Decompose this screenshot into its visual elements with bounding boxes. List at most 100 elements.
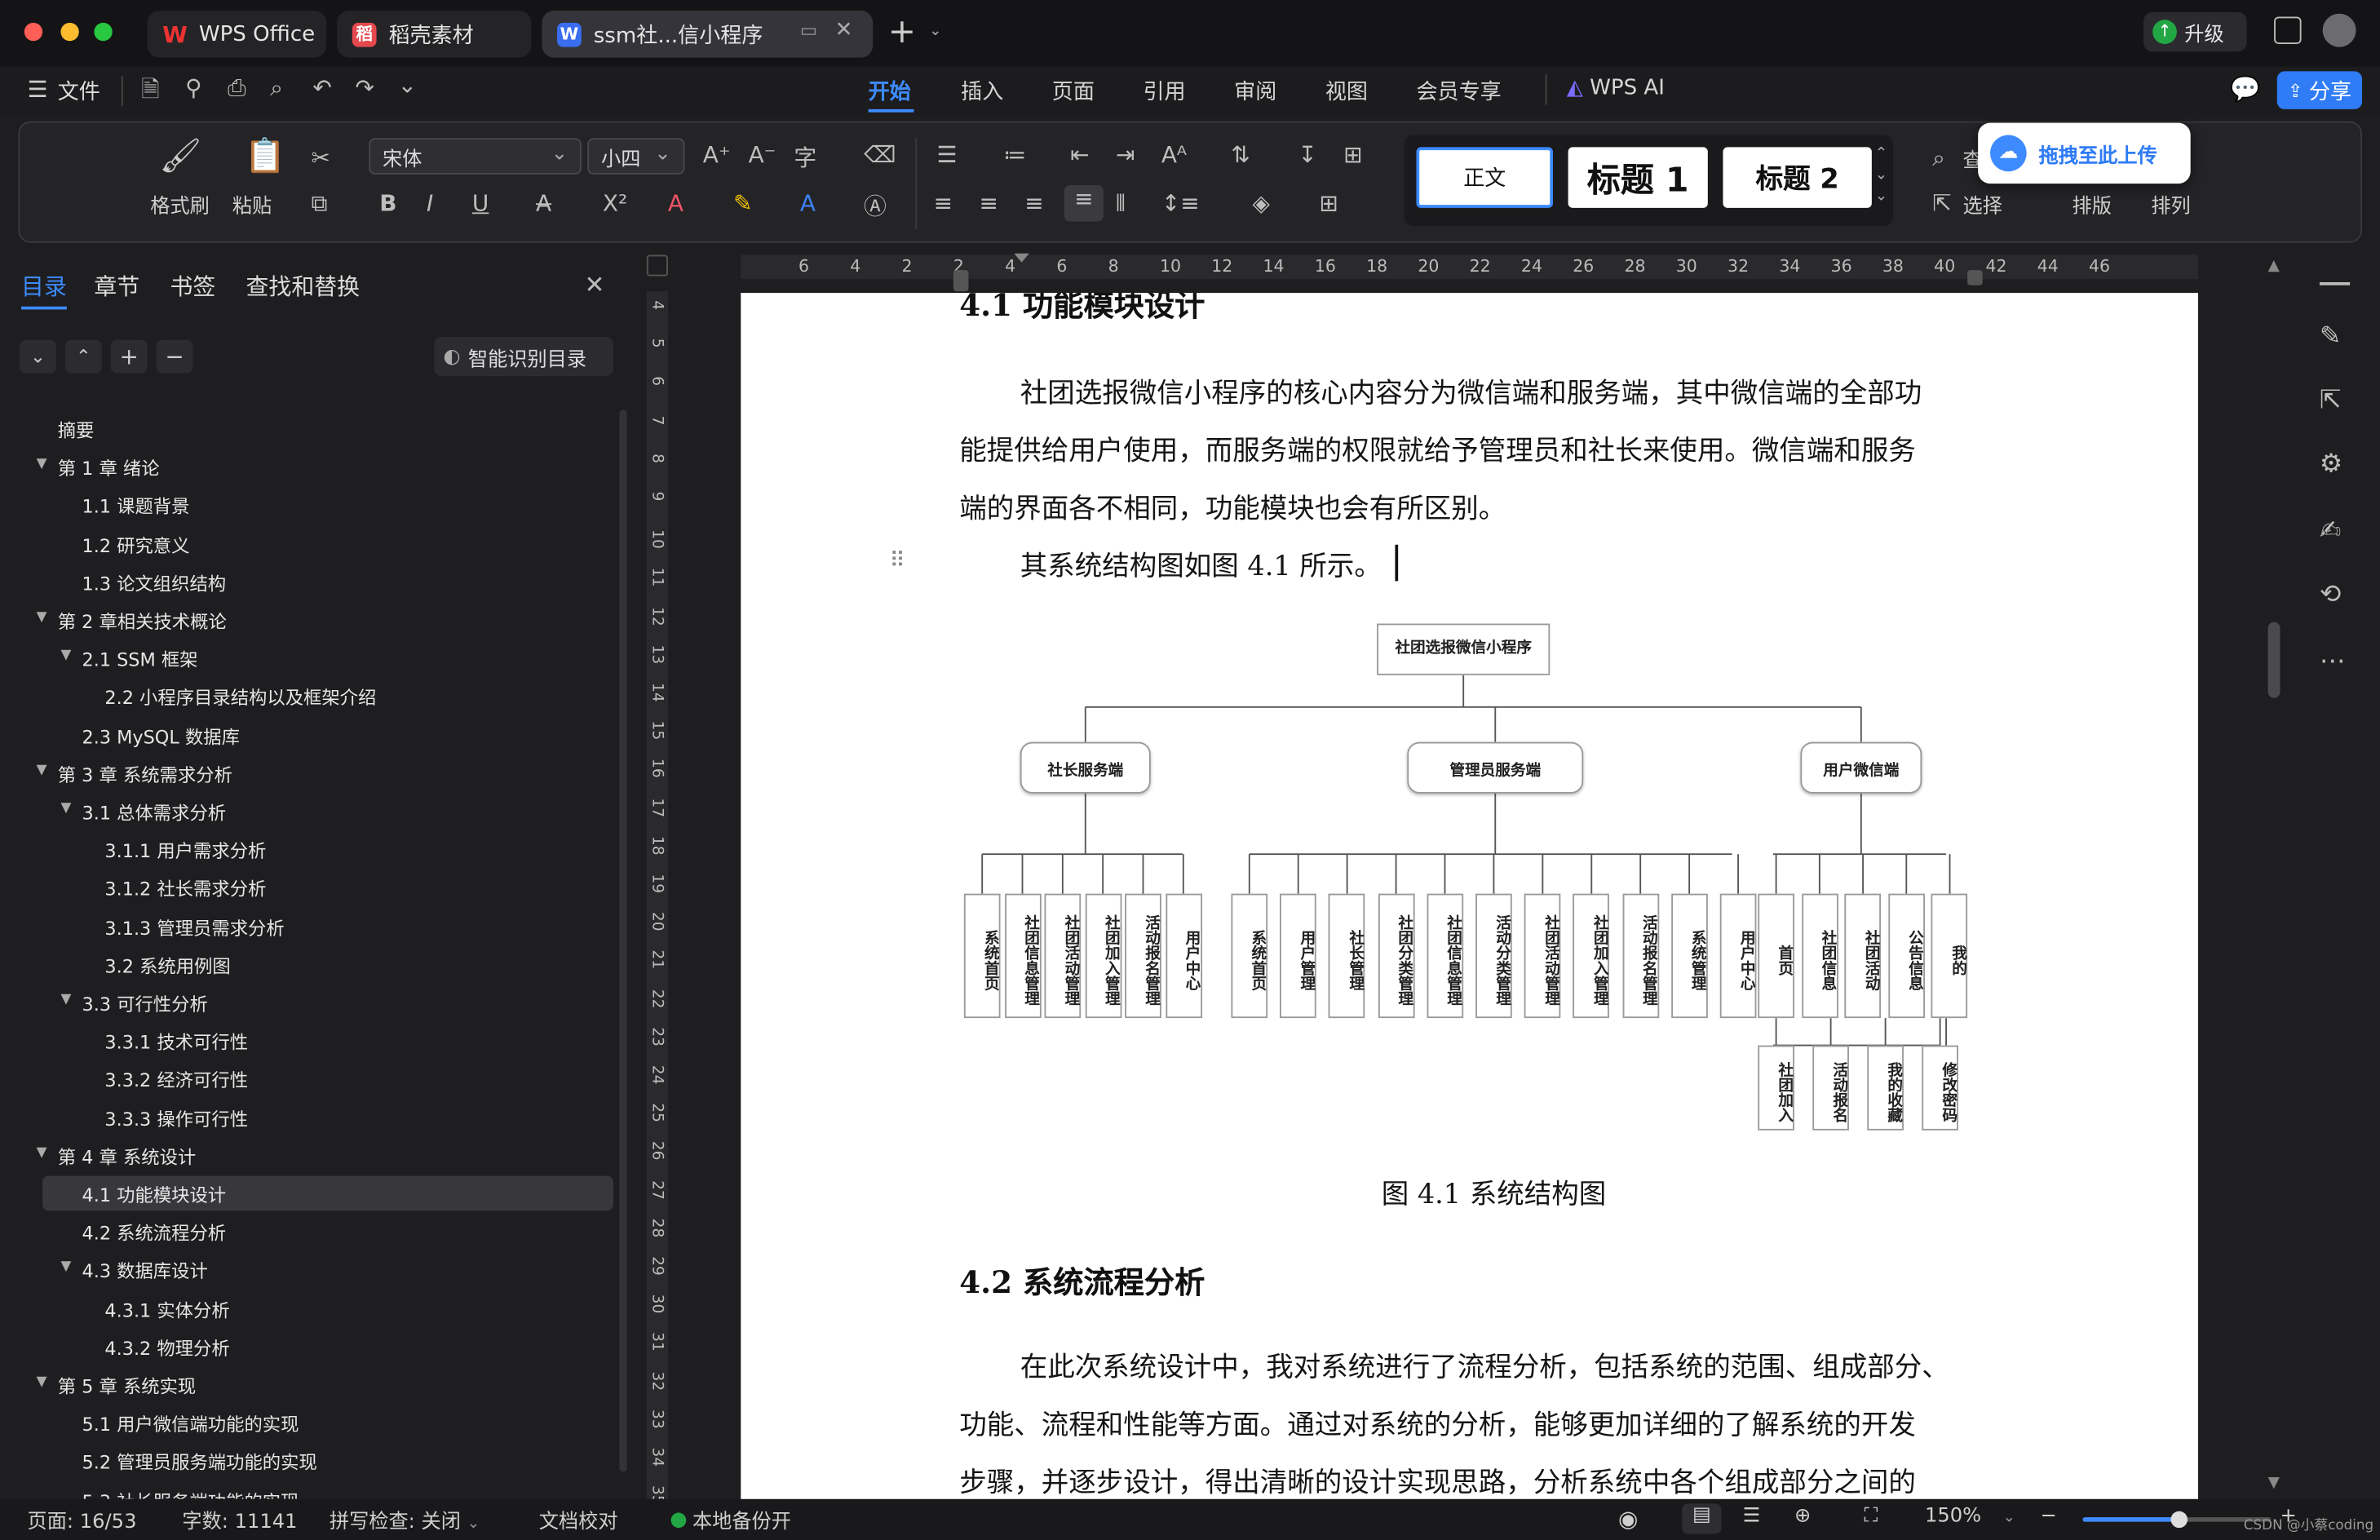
align-left-icon[interactable]: ≡ (934, 190, 953, 217)
sidebar-toggle-icon[interactable] (2274, 16, 2302, 44)
link-icon[interactable]: ⚲ (185, 74, 201, 101)
spell-check-toggle[interactable]: 拼写检查: 关闭 ⌄ (330, 1505, 480, 1534)
tab-document[interactable]: W ssm社...信小程序 ▭ ✕ (542, 11, 874, 58)
align-right-icon[interactable]: ≡ (1024, 190, 1043, 217)
style-scroll-icon[interactable]: ⌃ ⌄ ⌄ (1875, 144, 1888, 208)
menu-references[interactable]: 引用 (1143, 76, 1185, 106)
menu-page[interactable]: 页面 (1052, 76, 1095, 106)
tab-wps-office[interactable]: W WPS Office (147, 11, 327, 58)
smart-toc-button[interactable]: ◐ 智能识别目录 (434, 336, 613, 377)
zoom-window-button[interactable] (94, 22, 113, 42)
menu-view[interactable]: 视图 (1325, 76, 1368, 106)
sort-icon[interactable]: ↧ (1298, 141, 1316, 168)
share-button[interactable]: ⇪ 分享 (2276, 71, 2363, 109)
toc-item[interactable]: 4.1 功能模块设计 (0, 1175, 613, 1211)
borders-icon[interactable]: ⊞ (1319, 190, 1338, 217)
new-tab-icon[interactable]: + (888, 14, 916, 52)
remove-heading-icon[interactable]: − (156, 339, 193, 374)
more-chevron-icon[interactable]: ⌄ (398, 71, 417, 98)
paste-button[interactable]: 粘贴 (232, 190, 272, 219)
phonetic-guide-icon[interactable]: 字 (794, 141, 816, 173)
toc-item[interactable]: 5.2 管理员服务端功能的实现 (0, 1445, 613, 1479)
add-heading-icon[interactable]: + (110, 339, 148, 374)
char-border-icon[interactable]: Ⓐ (864, 190, 887, 222)
toc-item[interactable]: 3.1.1 用户需求分析 (0, 834, 613, 867)
font-size-select[interactable]: 小四 ⌄ (587, 138, 685, 175)
print-icon[interactable]: ⎙ (228, 74, 246, 101)
adjust-icon[interactable]: ⚙ (2320, 449, 2342, 480)
web-view-icon[interactable]: ⊕ (1794, 1505, 1811, 1528)
toc-item[interactable]: ▼ 4.3 数据库设计 (0, 1254, 613, 1287)
close-pane-icon[interactable]: ✕ (585, 270, 605, 299)
toc-item[interactable]: 1.3 论文组织结构 (0, 565, 613, 599)
expand-caret-icon[interactable]: ▼ (60, 993, 71, 1008)
indent-marker-icon[interactable] (1014, 246, 1029, 263)
menu-home[interactable]: 开始 (869, 76, 911, 106)
collapse-all-icon[interactable]: ⌃ (65, 339, 102, 374)
close-tab-icon[interactable]: ✕ (835, 18, 853, 42)
page-counter[interactable]: 页面: 16/53 (28, 1505, 137, 1534)
select-button[interactable]: 选择 (1963, 190, 2002, 219)
zoom-slider[interactable] (2082, 1511, 2272, 1529)
increase-indent-icon[interactable]: ⇥ (1116, 141, 1135, 168)
left-indent-marker[interactable] (953, 270, 969, 292)
paste-icon[interactable]: 📋 (245, 138, 286, 176)
copy-icon[interactable]: ⧉ (312, 190, 328, 217)
close-window-button[interactable] (24, 22, 43, 42)
screen-icon[interactable]: ▭ (800, 20, 817, 41)
expand-caret-icon[interactable]: ▼ (37, 610, 47, 626)
toc-item[interactable]: 摘要 (0, 413, 613, 446)
redo-icon[interactable]: ↷ (356, 74, 374, 101)
toc-scrollbar[interactable] (619, 409, 627, 1472)
line-spacing-icon[interactable]: ↕≡ (1161, 190, 1200, 217)
more-icon[interactable]: ⋯ (2320, 646, 2346, 676)
italic-icon[interactable]: I (427, 190, 433, 217)
toc-item[interactable]: ▼ 3.3 可行性分析 (0, 986, 613, 1020)
cursor-icon[interactable]: ⇱ (1932, 190, 1951, 217)
outline-view-icon[interactable]: ☰ (1743, 1505, 1761, 1528)
toc-item[interactable]: ▼ 2.1 SSM 框架 (0, 642, 613, 675)
bold-icon[interactable]: B (379, 190, 396, 217)
expand-caret-icon[interactable]: ▼ (60, 801, 71, 816)
vertical-ruler[interactable]: 4 5 6 7 8 9 10 11 12 13 14 15 16 17 18 19 20 21 22 23 24 25 26… (646, 291, 668, 1505)
toc-item[interactable]: 3.2 系统用例图 (0, 948, 613, 981)
expand-caret-icon[interactable]: ▼ (37, 763, 47, 778)
toc-item[interactable]: 3.3.1 技术可行性 (0, 1024, 613, 1058)
menu-member[interactable]: 会员专享 (1416, 76, 1501, 106)
toc-item[interactable]: ▼ 第 4 章 系统设计 (0, 1140, 613, 1173)
toc-item[interactable]: ▼ 第 2 章相关技术概论 (0, 604, 613, 637)
document-page[interactable]: 4.1 功能模块设计 社团选报微信小程序的核心内容分为微信端和服务端，其中微信端… (741, 292, 2199, 1507)
zoom-out-icon[interactable]: − (2040, 1505, 2056, 1528)
style-normal[interactable]: 正文 (1416, 147, 1554, 208)
expand-caret-icon[interactable]: ▼ (37, 457, 47, 472)
save-icon[interactable]: 🗎 (141, 74, 159, 113)
expand-caret-icon[interactable]: ▼ (37, 1374, 47, 1390)
format-brush-icon[interactable]: 🖌 (159, 138, 201, 176)
toc-item[interactable]: ▼ 3.1 总体需求分析 (0, 795, 613, 829)
page-view-icon[interactable]: ▤ (1682, 1503, 1722, 1534)
upload-tooltip[interactable]: ☁ 拖拽至此上传 (1978, 122, 2191, 184)
zoom-slider-thumb[interactable] (2170, 1511, 2188, 1529)
comment-icon[interactable]: 💬 (2230, 74, 2260, 103)
text-direction-icon[interactable]: Aᴬ (1161, 141, 1187, 168)
align-center-icon[interactable]: ≡ (979, 190, 998, 217)
menu-wps-ai[interactable]: ◭ WPS AI (1567, 76, 1665, 100)
toc-item[interactable]: ▼ 第 5 章 系统实现 (0, 1369, 613, 1402)
toc-item[interactable]: 1.2 研究意义 (0, 528, 613, 561)
shading-icon[interactable]: ◈ (1252, 190, 1269, 217)
pointer-icon[interactable]: ⇱ (2320, 385, 2342, 415)
signature-icon[interactable]: ✍ (2320, 516, 2342, 546)
underline-icon[interactable]: U (472, 190, 489, 217)
expand-caret-icon[interactable]: ▼ (37, 1145, 47, 1161)
show-marks-icon[interactable]: ⊞ (1343, 141, 1362, 168)
print-preview-icon[interactable]: ⌕ (270, 74, 283, 101)
chevron-down-icon[interactable]: ⌄ (929, 23, 942, 39)
right-indent-marker[interactable] (1967, 270, 1983, 285)
search-icon[interactable]: ⌕ (1932, 144, 1945, 171)
text-effect-icon[interactable]: A (668, 190, 683, 217)
grow-font-icon[interactable]: A⁺ (703, 141, 731, 168)
drag-handle-icon[interactable]: ⠿ (890, 549, 905, 573)
justify-icon[interactable]: ≡ (1064, 184, 1104, 222)
document-scrollbar-thumb[interactable] (2267, 622, 2280, 698)
toc-item[interactable]: 5.3 社长服务端功能的实现 (0, 1483, 613, 1499)
